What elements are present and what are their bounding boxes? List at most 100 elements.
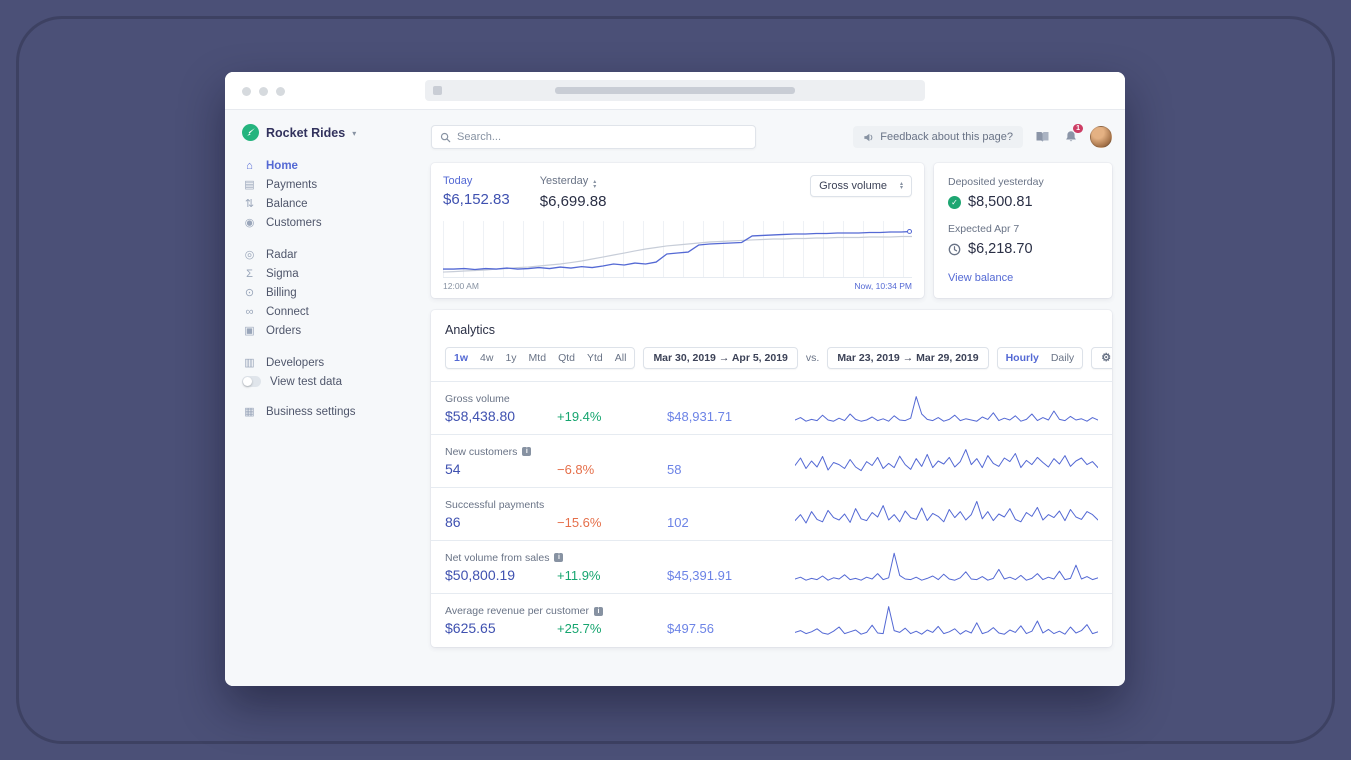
customers-icon: ◉ (244, 216, 255, 229)
metric-label: Net volume from sales (445, 551, 550, 564)
sidebar: Rocket Rides ▾ ⌂ Home ▤ Payments ⇅ Balance ◉ Cu… (225, 110, 421, 686)
metric-label: New customers (445, 445, 518, 458)
interval-4w[interactable]: 4w (474, 348, 499, 368)
billing-icon: ⊙ (244, 286, 255, 299)
sidebar-item-view-test-data[interactable]: View test data (242, 372, 421, 391)
yesterday-stepper-icon[interactable]: ▴ ▾ (593, 179, 596, 189)
sidebar-item-label: Payments (266, 178, 318, 191)
notifications-button[interactable]: 1 (1061, 123, 1084, 147)
today-value: $6,152.83 (443, 191, 510, 208)
window-zoom-button[interactable] (276, 87, 285, 96)
notification-badge: 1 (1072, 123, 1084, 134)
sidebar-item-connect[interactable]: ∞ Connect (242, 302, 421, 321)
metric-compare-value: $48,931.71 (667, 408, 733, 424)
volume-overview-card: Today $6,152.83 Yesterday ▴ ▾ $6,699.88 Gr… (431, 163, 924, 298)
feedback-label: Feedback about this page? (880, 131, 1013, 143)
sidebar-item-sigma[interactable]: Σ Sigma (242, 264, 421, 283)
sidebar-item-radar[interactable]: ◎ Radar (242, 245, 421, 264)
search-input[interactable] (457, 131, 747, 143)
sidebar-item-customers[interactable]: ◉ Customers (242, 213, 421, 232)
view-balance-link[interactable]: View balance (948, 272, 1098, 284)
metric-sparkline (795, 603, 1098, 639)
yesterday-value: $6,699.88 (539, 193, 607, 210)
analytics-title: Analytics (445, 323, 496, 337)
metric-change: +25.7% (557, 621, 602, 636)
chevron-down-icon: ▾ (352, 128, 357, 138)
granularity-daily[interactable]: Daily (1045, 348, 1080, 368)
interval-qtd[interactable]: Qtd (552, 348, 581, 368)
home-icon: ⌂ (246, 159, 253, 172)
browser-window: Rocket Rides ▾ ⌂ Home ▤ Payments ⇅ Balance ◉ Cu… (225, 72, 1125, 686)
favicon-placeholder-icon (433, 86, 442, 95)
feedback-button[interactable]: Feedback about this page? (853, 126, 1023, 148)
sidebar-item-orders[interactable]: ▣ Orders (242, 321, 421, 340)
sidebar-item-developers[interactable]: ▥ Developers (242, 353, 421, 372)
metric-select[interactable]: Gross volume ▴ ▾ (810, 175, 912, 197)
interval-all[interactable]: All (609, 348, 633, 368)
address-bar[interactable] (425, 80, 925, 101)
info-icon[interactable]: i (554, 553, 564, 562)
sidebar-item-business-settings[interactable]: ▦ Business settings (242, 402, 421, 421)
granularity-hourly[interactable]: Hourly (1000, 348, 1045, 368)
sidebar-item-label: Orders (266, 324, 302, 337)
sidebar-item-billing[interactable]: ⊙ Billing (242, 283, 421, 302)
metric-change: −6.8% (557, 461, 595, 477)
docs-button[interactable] (1032, 127, 1052, 147)
interval-mtd[interactable]: Mtd (523, 348, 553, 368)
overview-chart-svg (443, 221, 912, 277)
main-content: Feedback about this page? 1 (421, 110, 1125, 686)
expected-label: Expected Apr 7 (948, 223, 1020, 235)
window-minimize-button[interactable] (259, 87, 268, 96)
metric-change: +11.9% (557, 567, 601, 583)
connect-icon: ∞ (245, 305, 254, 318)
balance-card: Deposited yesterday ✓ $8,500.81 Expected… (934, 163, 1112, 298)
sidebar-item-balance[interactable]: ⇅ Balance (242, 194, 421, 213)
analytics-controls: 1w 4w 1y Mtd Qtd Ytd All Mar 30, 2019 → Apr 5,… (431, 337, 1112, 381)
account-switcher[interactable]: Rocket Rides ▾ (242, 124, 421, 141)
analytics-card: Analytics 1w 4w 1y Mtd Qtd Ytd All Mar 30, 201… (431, 310, 1112, 647)
sidebar-item-payments[interactable]: ▤ Payments (242, 175, 421, 194)
sidebar-item-label: Sigma (266, 267, 299, 280)
sidebar-item-label: Balance (266, 197, 308, 210)
user-avatar[interactable] (1090, 126, 1112, 148)
info-icon[interactable]: i (522, 447, 532, 456)
search-box[interactable] (431, 125, 756, 149)
metric-value: $58,438.80 (445, 407, 516, 424)
metric-rows: Gross volume i $58,438.80 +19.4% $48,931… (431, 381, 1112, 647)
metric-row[interactable]: Net volume from sales i $50,800.19 +11.9… (431, 541, 1112, 594)
primary-date-range-button[interactable]: Mar 30, 2019 → Apr 5, 2019 (643, 347, 798, 369)
sidebar-item-label: Home (266, 159, 298, 172)
interval-ytd[interactable]: Ytd (581, 348, 609, 368)
interval-1y[interactable]: 1y (499, 348, 522, 368)
test-data-toggle-icon (242, 376, 261, 387)
yesterday-label: Yesterday ▴ ▾ (539, 175, 597, 190)
balance-icon: ⇅ (244, 197, 255, 210)
radar-icon: ◎ (244, 248, 255, 261)
metric-sparkline (795, 496, 1098, 532)
sidebar-item-home[interactable]: ⌂ Home (242, 156, 421, 175)
window-close-button[interactable] (242, 87, 251, 96)
metric-row[interactable]: Average revenue per customer i $625.65 +… (431, 594, 1112, 647)
interval-1w[interactable]: 1w (448, 348, 474, 368)
customize-button[interactable]: ⚙ Customize (1091, 347, 1112, 369)
metric-label: Average revenue per customer (445, 605, 589, 617)
metric-compare-value: 102 (667, 514, 689, 530)
metric-change: −15.6% (557, 514, 602, 530)
url-text-placeholder (555, 87, 795, 94)
metric-label: Gross volume (445, 392, 510, 405)
metric-row[interactable]: New customers i 54 −6.8% 58 (431, 435, 1112, 488)
info-icon[interactable]: i (593, 606, 603, 616)
chart-axis-now: Now, 10:34 PM (854, 281, 912, 291)
metric-value: 54 (445, 460, 461, 477)
account-name: Rocket Rides (266, 125, 346, 140)
metric-value: $625.65 (445, 620, 496, 636)
overview-chart (443, 221, 912, 278)
metric-row[interactable]: Gross volume i $58,438.80 +19.4% $48,931… (431, 382, 1112, 435)
metric-compare-value: $497.56 (667, 621, 714, 636)
metric-compare-value: $45,391.91 (667, 567, 733, 583)
sidebar-item-label: Developers (266, 356, 325, 369)
sidebar-item-label: Connect (266, 305, 309, 318)
metric-row[interactable]: Successful payments i 86 −15.6% 102 (431, 488, 1112, 541)
sidebar-item-label: View test data (270, 375, 343, 388)
compare-date-range-button[interactable]: Mar 23, 2019 → Mar 29, 2019 (827, 347, 989, 369)
